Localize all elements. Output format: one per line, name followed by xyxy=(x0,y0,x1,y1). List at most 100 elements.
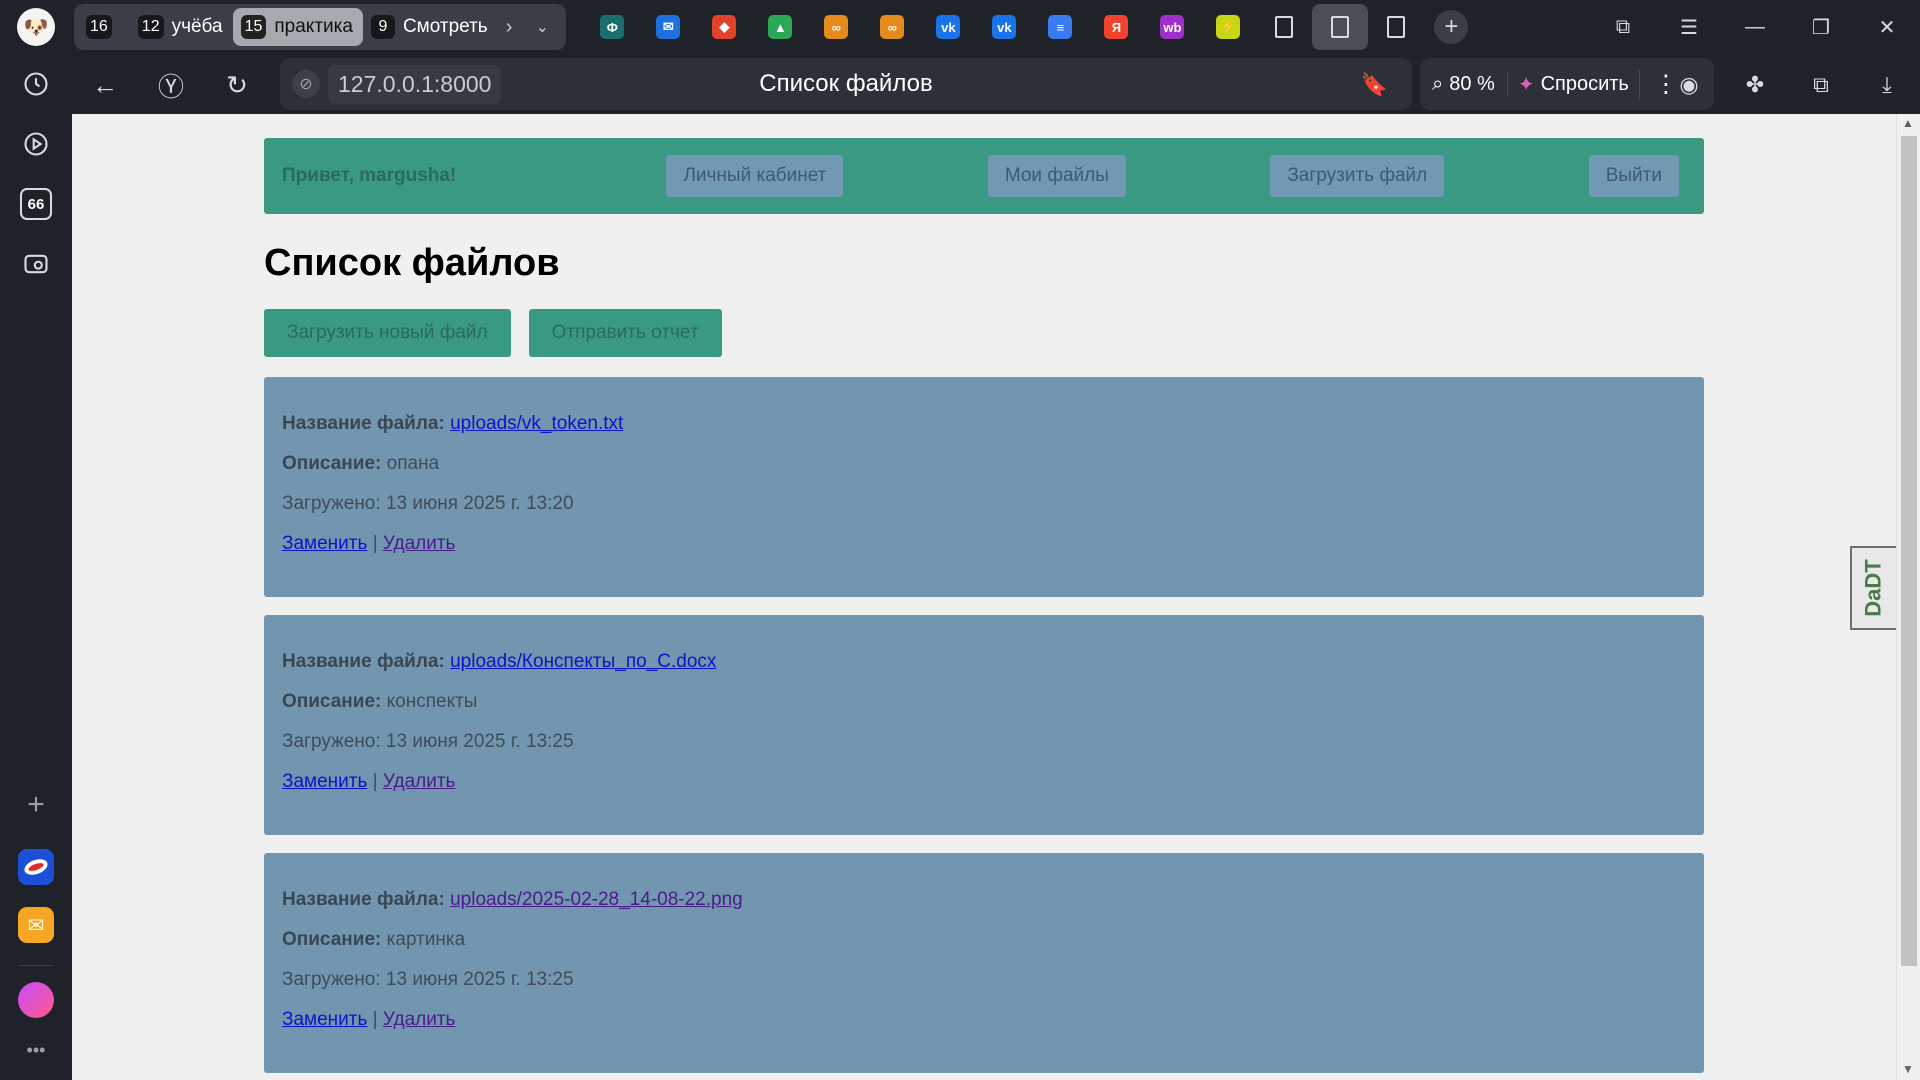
profile-avatar[interactable]: 🐶 xyxy=(17,8,55,46)
app-ring-icon[interactable] xyxy=(18,849,54,885)
file-name-label: Название файла: xyxy=(282,889,445,910)
pinned-tab[interactable] xyxy=(1368,4,1424,50)
zoom-label: 80 % xyxy=(1449,72,1495,95)
play-icon[interactable] xyxy=(14,122,58,166)
description-value: картинка xyxy=(386,929,466,950)
menu-icon[interactable]: ☰ xyxy=(1656,0,1722,54)
collections-icon[interactable]: ⧉ xyxy=(1590,0,1656,54)
yandex-home-icon[interactable]: Ⓨ xyxy=(138,58,204,112)
zoom-indicator[interactable]: ⌕ 80 % xyxy=(1420,73,1507,96)
pinned-tab[interactable]: ∞ xyxy=(864,4,920,50)
pinned-tab[interactable]: ▲ xyxy=(752,4,808,50)
pinned-tab[interactable]: Я xyxy=(1088,4,1144,50)
delete-link[interactable]: Удалить xyxy=(383,771,456,792)
delete-link[interactable]: Удалить xyxy=(383,533,456,554)
pinned-tab[interactable] xyxy=(1256,4,1312,50)
pinned-tab[interactable] xyxy=(1312,4,1369,50)
back-button[interactable]: ← xyxy=(72,58,138,112)
pinned-tab[interactable]: vk xyxy=(976,4,1032,50)
badge-66-icon[interactable]: 66 xyxy=(14,182,58,226)
upload-file-button[interactable]: Загрузить файл xyxy=(1270,155,1445,197)
profile-button[interactable]: Личный кабинет xyxy=(666,155,844,197)
file-link[interactable]: uploads/vk_token.txt xyxy=(450,413,623,434)
bookmark-icon[interactable]: 🔖 xyxy=(1361,72,1388,98)
yandex-icon: Я xyxy=(1104,15,1129,39)
file-actions: Заменить | Удалить xyxy=(282,1009,1686,1031)
page-icon xyxy=(1275,16,1294,38)
badge-66-label: 66 xyxy=(20,188,52,220)
tab-group-16[interactable]: 16 xyxy=(78,8,130,46)
maximize-button[interactable]: ❐ xyxy=(1788,0,1854,54)
site-header: Привет, margusha! Личный кабинет Мои фай… xyxy=(264,138,1704,214)
mail-icon: ✉ xyxy=(656,15,681,39)
pinned-tab[interactable]: ◆ xyxy=(696,4,752,50)
extensions-icon[interactable]: ✤ xyxy=(1722,58,1788,112)
scrollbar-thumb[interactable] xyxy=(1901,136,1917,966)
my-files-button[interactable]: Мои файлы xyxy=(987,155,1126,197)
screenshot-icon[interactable] xyxy=(14,242,58,286)
page-icon-active xyxy=(1331,16,1350,38)
downloads-icon[interactable]: ⤓ xyxy=(1854,58,1920,112)
history-icon[interactable] xyxy=(14,62,58,106)
mail-app-icon[interactable]: ✉ xyxy=(18,907,54,943)
minimize-button[interactable]: — xyxy=(1722,0,1788,54)
pinned-tab[interactable]: Ф xyxy=(584,4,640,50)
file-link[interactable]: uploads/Конспекты_по_C.docx xyxy=(450,651,716,672)
replace-link[interactable]: Заменить xyxy=(282,533,367,554)
separator: | xyxy=(372,533,378,554)
description-label: Описание: xyxy=(282,929,382,950)
zoom-icon: ⌕ xyxy=(1432,72,1444,95)
tab-group-watch[interactable]: 9 Смотреть › xyxy=(363,8,522,46)
close-button[interactable]: ✕ xyxy=(1854,0,1920,54)
tab-group-label: учёба xyxy=(171,16,223,37)
site-info-icon[interactable]: ⊘ xyxy=(292,70,320,98)
description-label: Описание: xyxy=(282,691,382,712)
file-name-row: Название файла: uploads/vk_token.txt xyxy=(282,413,1686,435)
add-panel-button[interactable]: + xyxy=(14,783,58,827)
scroll-up-icon[interactable]: ▲ xyxy=(1902,116,1914,130)
tab-group-label: практика xyxy=(274,16,353,37)
new-tab-button[interactable]: + xyxy=(1434,10,1469,44)
tab-group-study[interactable]: 12 учёба xyxy=(130,8,233,46)
address-bar[interactable]: ⊘ 127.0.0.1:8000 Список файлов 🔖 xyxy=(280,58,1412,110)
window-controls: ⧉ ☰ — ❐ ✕ xyxy=(1590,0,1920,54)
description-row: Описание: конспекты xyxy=(282,691,1686,713)
logout-button[interactable]: Выйти xyxy=(1588,155,1679,197)
file-link[interactable]: uploads/2025-02-28_14-08-22.png xyxy=(450,889,743,910)
browser-sidebar: 🐶 66 + ✉ ••• xyxy=(0,0,72,1080)
ask-button[interactable]: ✦ Спросить xyxy=(1506,71,1639,97)
dark-reader-label: DaDT xyxy=(1861,559,1887,617)
pinned-tab[interactable]: vk xyxy=(920,4,976,50)
replace-link[interactable]: Заменить xyxy=(282,771,367,792)
tab-group-practice[interactable]: 15 практика xyxy=(232,8,363,46)
file-actions: Заменить | Удалить xyxy=(282,533,1686,555)
toolbar-extensions: ◉ ✤ ⧉ ⤓ xyxy=(1656,58,1920,112)
ask-label: Спросить xyxy=(1540,72,1629,95)
pinned-tab[interactable]: wb xyxy=(1144,4,1200,50)
pinned-tab[interactable]: ✉ xyxy=(640,4,696,50)
file-name-label: Название файла: xyxy=(282,651,445,672)
upload-new-file-button[interactable]: Загрузить новый файл xyxy=(264,309,511,357)
web-page: Привет, margusha! Личный кабинет Мои фай… xyxy=(72,114,1896,1080)
page-scrollbar[interactable]: ▲ ▼ xyxy=(1896,114,1920,1080)
dark-reader-tab[interactable]: DaDT xyxy=(1850,546,1896,630)
uploaded-date: Загружено: 13 июня 2025 г. 13:25 xyxy=(282,731,574,752)
file-card: Название файла: uploads/Конспекты_по_C.d… xyxy=(264,615,1704,835)
vpn-extension-icon[interactable]: ◉ xyxy=(1656,58,1722,112)
replace-link[interactable]: Заменить xyxy=(282,1009,367,1030)
tab-group-count: 9 xyxy=(370,15,395,39)
more-icon[interactable]: ••• xyxy=(14,1028,58,1072)
file-actions: Заменить | Удалить xyxy=(282,771,1686,793)
url-text[interactable]: 127.0.0.1:8000 xyxy=(328,64,502,104)
separator: | xyxy=(372,771,378,792)
pinned-tab[interactable]: ≡ xyxy=(1032,4,1088,50)
reload-button[interactable]: ↻ xyxy=(204,58,270,112)
send-report-button[interactable]: Отправить отчет xyxy=(528,309,722,357)
pinned-tab[interactable]: ⚡ xyxy=(1200,4,1256,50)
delete-link[interactable]: Удалить xyxy=(383,1009,456,1030)
pinned-tab[interactable]: ∞ xyxy=(808,4,864,50)
alice-icon[interactable] xyxy=(18,982,54,1018)
tab-collections-icon[interactable]: ⧉ xyxy=(1788,58,1854,112)
chevron-down-icon[interactable]: ⌄ xyxy=(522,8,562,46)
scroll-down-icon[interactable]: ▼ xyxy=(1902,1062,1914,1076)
